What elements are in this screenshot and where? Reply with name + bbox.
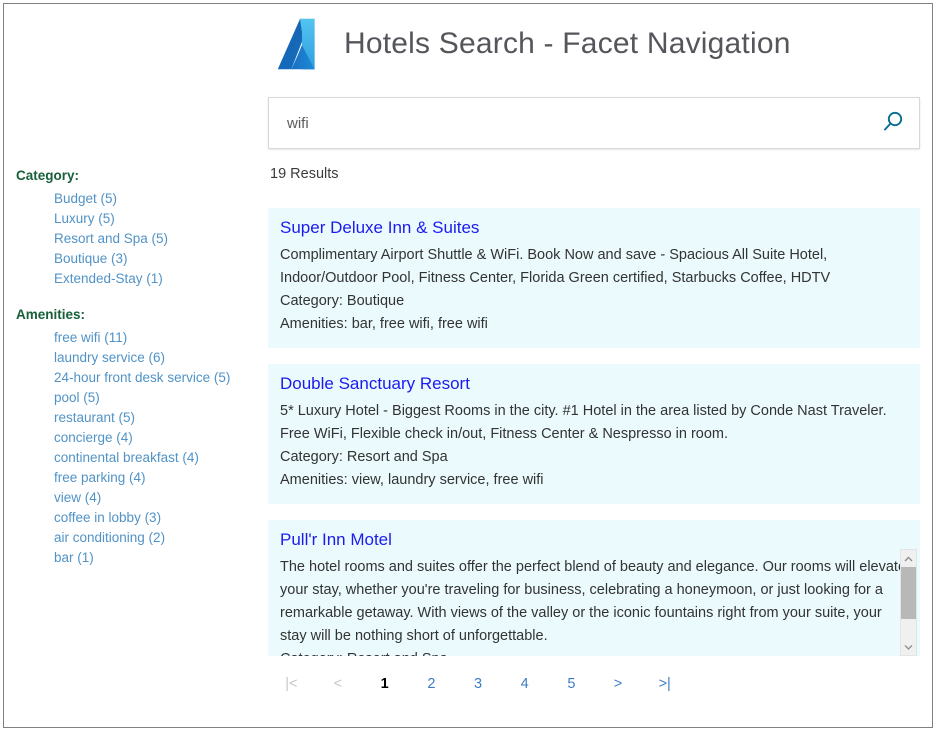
page-title: Hotels Search - Facet Navigation [344,27,791,61]
facet-item[interactable]: concierge (4) [54,428,261,448]
app-root: Hotels Search - Facet Navigation 19 Resu… [0,0,945,735]
facet-item[interactable]: laundry service (6) [54,348,261,368]
facet-list-category: Budget (5) Luxury (5) Resort and Spa (5)… [16,189,261,289]
facet-item[interactable]: continental breakfast (4) [54,448,261,468]
result-amenities: Amenities: bar, free wifi, free wifi [280,313,908,336]
result-card[interactable]: Double Sanctuary Resort 5* Luxury Hotel … [268,364,920,504]
facet-item[interactable]: Resort and Spa (5) [54,229,261,249]
search-input[interactable] [269,115,867,132]
chevron-up-icon [904,556,913,562]
scrollbar-thumb[interactable] [901,567,916,619]
result-category: Category: Boutique [280,290,908,313]
result-title-link[interactable]: Super Deluxe Inn & Suites [280,218,908,238]
search-icon [880,109,906,138]
facet-item[interactable]: view (4) [54,488,261,508]
page-header: Hotels Search - Facet Navigation [270,8,920,80]
pagination-last[interactable]: >| [641,676,688,692]
result-category: Category: Resort and Spa [280,446,908,469]
result-amenities: Amenities: view, laundry service, free w… [280,469,908,492]
result-card[interactable]: Super Deluxe Inn & Suites Complimentary … [268,208,920,348]
facet-item[interactable]: free parking (4) [54,468,261,488]
facet-group-amenities: Amenities: free wifi (11) laundry servic… [16,307,261,568]
result-description: The hotel rooms and suites offer the per… [280,556,908,648]
facet-spacer [16,297,261,307]
search-button[interactable] [867,98,919,148]
facet-group-category: Category: Budget (5) Luxury (5) Resort a… [16,168,261,289]
facet-list-amenities: free wifi (11) laundry service (6) 24-ho… [16,328,261,568]
pagination: |< < 1 2 3 4 5 > >| [268,676,688,692]
facet-navigation: Category: Budget (5) Luxury (5) Resort a… [16,168,261,576]
results-summary: 19 Results [270,166,339,182]
result-title-link[interactable]: Double Sanctuary Resort [280,374,908,394]
facet-title-category: Category: [16,168,261,183]
facet-item[interactable]: free wifi (11) [54,328,261,348]
facet-item[interactable]: Budget (5) [54,189,261,209]
scroll-up-button[interactable] [901,550,916,567]
facet-item[interactable]: Extended-Stay (1) [54,269,261,289]
result-title-link[interactable]: Pull'r Inn Motel [280,530,908,550]
pagination-page-3[interactable]: 3 [455,676,502,692]
pagination-prev[interactable]: < [315,676,362,692]
result-card[interactable]: Pull'r Inn Motel The hotel rooms and sui… [268,520,920,656]
scroll-down-button[interactable] [901,638,916,655]
facet-item[interactable]: bar (1) [54,548,261,568]
facet-title-amenities: Amenities: [16,307,261,322]
facet-item[interactable]: Boutique (3) [54,249,261,269]
results-area: Super Deluxe Inn & Suites Complimentary … [268,208,920,656]
facet-item[interactable]: pool (5) [54,388,261,408]
pagination-page-4[interactable]: 4 [501,676,548,692]
facet-item[interactable]: air conditioning (2) [54,528,261,548]
results-scrollbar[interactable] [900,549,917,656]
chevron-down-icon [904,644,913,650]
azure-logo-icon [270,13,332,75]
facet-item[interactable]: Luxury (5) [54,209,261,229]
facet-item[interactable]: 24-hour front desk service (5) [54,368,261,388]
pagination-page-5[interactable]: 5 [548,676,595,692]
scrollbar-track[interactable] [901,567,916,638]
result-description: 5* Luxury Hotel - Biggest Rooms in the c… [280,400,908,446]
facet-item[interactable]: restaurant (5) [54,408,261,428]
pagination-page-1[interactable]: 1 [361,676,408,692]
result-description: Complimentary Airport Shuttle & WiFi. Bo… [280,244,908,290]
pagination-next[interactable]: > [595,676,642,692]
result-category: Category: Resort and Spa [280,648,908,656]
results-scroll-region[interactable]: Super Deluxe Inn & Suites Complimentary … [268,208,920,656]
pagination-page-2[interactable]: 2 [408,676,455,692]
facet-item[interactable]: coffee in lobby (3) [54,508,261,528]
search-box[interactable] [268,97,920,149]
pagination-first[interactable]: |< [268,676,315,692]
